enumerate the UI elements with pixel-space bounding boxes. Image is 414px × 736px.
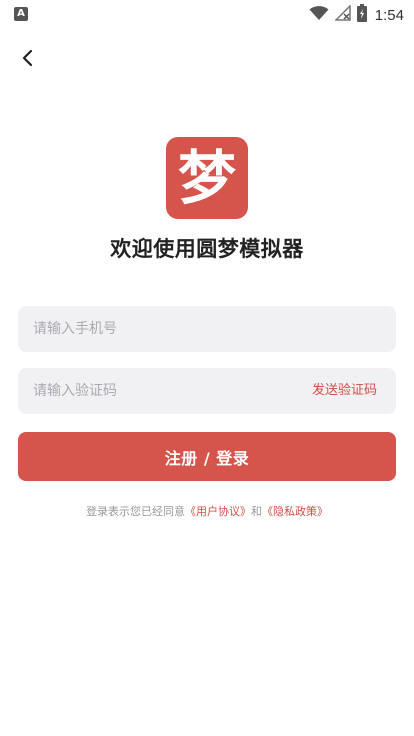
phone-field-container (18, 306, 396, 352)
status-icons: 1:54 (309, 4, 404, 26)
privacy-policy-link[interactable]: 《隐私政策》 (262, 505, 328, 518)
user-agreement-link[interactable]: 《用户协议》 (185, 505, 251, 518)
wifi-icon (309, 5, 329, 25)
battery-icon (356, 4, 367, 26)
agreement-conjunction: 和 (251, 505, 262, 518)
agreement-prefix: 登录表示您已经同意 (86, 505, 185, 518)
agreement-text: 登录表示您已经同意《用户协议》和《隐私政策》 (0, 503, 414, 519)
page-title: 欢迎使用圆梦模拟器 (110, 237, 304, 261)
status-time: 1:54 (374, 6, 404, 24)
no-signal-icon (333, 4, 351, 25)
notification-app-icon: A (14, 7, 28, 21)
chevron-left-icon (21, 49, 35, 71)
status-bar: A 1:54 (0, 0, 414, 30)
code-field-container: 发送验证码 (18, 368, 396, 414)
phone-input[interactable] (18, 306, 396, 352)
back-button[interactable] (14, 46, 42, 74)
app-logo: 梦 (166, 137, 248, 219)
register-login-button[interactable]: 注册 / 登录 (18, 432, 396, 481)
send-code-button[interactable]: 发送验证码 (312, 368, 377, 414)
